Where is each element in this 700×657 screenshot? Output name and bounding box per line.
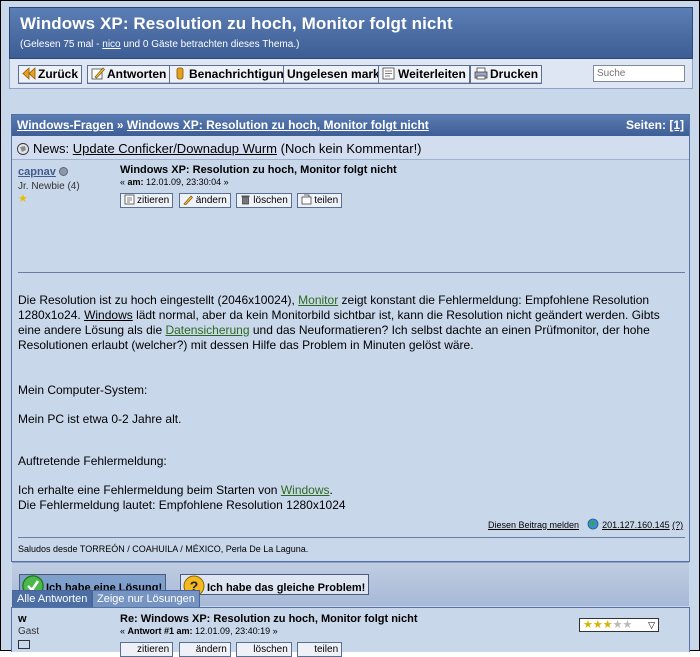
post-paragraph: Auftretende Fehlermeldung: (18, 454, 167, 468)
reply-author-name: w (18, 613, 27, 625)
quote-button[interactable]: zitieren (120, 642, 174, 657)
breadcrumb-forum-link[interactable]: Windows-Fragen (17, 118, 114, 132)
breadcrumb: Seiten: [1] Windows-Fragen » Windows XP:… (12, 115, 689, 136)
thread-box: Seiten: [1] Windows-Fragen » Windows XP:… (11, 114, 690, 606)
post-paragraph: Mein Computer-System: (18, 383, 148, 397)
post-footer-links: Diesen Beitrag melden 201.127.160.145 (?) (488, 518, 683, 530)
post-paragraph: Mein PC ist etwa 0-2 Jahre alt. (18, 412, 182, 426)
delete-button[interactable]: löschen (236, 642, 292, 657)
star-filled-icon: ★ (592, 619, 603, 631)
pencil-icon (183, 194, 194, 206)
reply-title: Re: Windows XP: Resolution zu hoch, Moni… (120, 613, 418, 625)
signature-divider (18, 537, 685, 538)
keyword-link-monitor[interactable]: Monitor (298, 293, 338, 307)
forward-button[interactable]: Weiterleiten (378, 65, 470, 84)
topic-toolbar: Zurück Antworten Benachrichtigung Ungele… (9, 59, 693, 89)
envelope-icon (382, 67, 396, 80)
star-empty-icon: ★ (612, 619, 623, 631)
page-title: Windows XP: Resolution zu hoch, Monitor … (20, 14, 453, 33)
reply-meta: Re: Windows XP: Resolution zu hoch, Moni… (120, 613, 560, 657)
trash-icon (240, 194, 251, 205)
delete-button[interactable]: löschen (236, 193, 292, 208)
share-icon (301, 194, 312, 205)
page-link-1[interactable]: [1] (669, 118, 684, 132)
news-bar: News: Update Conficker/Downadup Wurm (No… (12, 136, 689, 160)
news-link[interactable]: Update Conficker/Downadup Wurm (73, 141, 277, 156)
author-name-link[interactable]: capnav (18, 166, 56, 178)
post-paragraph: Ich erhalte eine Fehlermeldung beim Star… (18, 483, 333, 497)
star-filled-icon: ★ (602, 619, 613, 631)
report-post-link[interactable]: Diesen Beitrag melden (488, 520, 579, 530)
breadcrumb-topic-link[interactable]: Windows XP: Resolution zu hoch, Monitor … (127, 118, 429, 132)
rating-select[interactable]: ★★★★★ ▽ (579, 618, 659, 632)
topic-header: Windows XP: Resolution zu hoch, Monitor … (9, 7, 693, 59)
post-date: « am: 12.01.09, 23:30:04 » (120, 177, 229, 187)
reply-1: w Gast Re: Windows XP: Resolution zu hoc… (11, 607, 690, 657)
share-icon (301, 643, 312, 654)
reply-date: « Antwort #1 am: 12.01.09, 23:40:19 » (120, 626, 278, 636)
tab-solutions-only[interactable]: Zeige nur Lösungen (92, 590, 200, 608)
email-icon[interactable] (18, 640, 30, 649)
offline-status-icon (58, 167, 68, 176)
ip-globe-icon (587, 518, 599, 530)
quote-icon (124, 643, 135, 654)
post-body: Die Resolution ist zu hoch eingestellt (… (18, 293, 685, 513)
share-button[interactable]: teilen (297, 642, 343, 657)
quote-button[interactable]: zitieren (120, 193, 174, 208)
printer-icon (474, 67, 488, 80)
trash-icon (240, 643, 251, 654)
rating-stars-icon: ★★★★★ (583, 619, 632, 631)
post-paragraph: Die Resolution ist zu hoch eingestellt (… (18, 293, 660, 352)
reply-actions: zitieren ändern löschen teilen (120, 639, 560, 657)
edit-button[interactable]: ändern (178, 642, 231, 657)
reply-button[interactable]: Antworten (87, 65, 171, 84)
post-signature: Saludos desde TORREÓN / COAHUILA / MÉXIC… (18, 544, 309, 554)
tab-all-replies[interactable]: Alle Antworten (12, 590, 93, 608)
edit-button[interactable]: ändern (178, 193, 231, 208)
mark-unread-button[interactable]: Ungelesen mark. (283, 65, 388, 84)
reply-author: w Gast (18, 613, 113, 652)
back-arrows-icon (22, 67, 36, 80)
notify-button[interactable]: Benachrichtigung (169, 65, 296, 84)
post-paragraph: Die Fehlermeldung lautet: Empfohlene Res… (18, 498, 346, 512)
quote-icon (124, 194, 135, 205)
pagination: Seiten: [1] (625, 118, 684, 132)
post-divider (18, 272, 685, 273)
keyword-link-windows-2[interactable]: Windows (281, 483, 330, 497)
post-meta: Windows XP: Resolution zu hoch, Monitor … (120, 164, 680, 208)
pencil-icon (183, 643, 194, 654)
pencil-paper-icon (91, 67, 105, 80)
search-input[interactable] (593, 65, 685, 82)
star-filled-icon: ★ (583, 619, 593, 631)
keyword-link-windows[interactable]: Windows (84, 308, 133, 322)
ip-help-link[interactable]: (?) (672, 520, 683, 530)
star-empty-icon: ★ (622, 619, 633, 631)
post-author: capnav Jr. Newbie (4) ★ (18, 166, 113, 205)
keyword-link-datensicherung[interactable]: Datensicherung (165, 323, 249, 337)
page-frame: Windows XP: Resolution zu hoch, Monitor … (0, 0, 700, 657)
reply-author-rank: Gast (18, 626, 40, 637)
chevron-down-icon: ▽ (648, 620, 655, 630)
back-button[interactable]: Zurück (18, 65, 83, 84)
same-problem-button[interactable]: ? Ich habe das gleiche Problem! (180, 574, 370, 597)
print-button[interactable]: Drucken (470, 65, 543, 84)
post-actions: zitieren ändern löschen teilen (120, 190, 680, 208)
ip-link[interactable]: 201.127.160.145 (602, 520, 670, 530)
bell-icon (173, 67, 187, 80)
news-icon (16, 142, 30, 156)
share-button[interactable]: teilen (297, 193, 343, 208)
viewer-user-link[interactable]: nico (102, 39, 120, 50)
rank-star-icon: ★ (18, 193, 28, 205)
view-count: (Gelesen 75 mal - nico und 0 Gäste betra… (20, 39, 300, 50)
author-rank: Jr. Newbie (4) (18, 181, 80, 192)
post-title: Windows XP: Resolution zu hoch, Monitor … (120, 164, 397, 176)
